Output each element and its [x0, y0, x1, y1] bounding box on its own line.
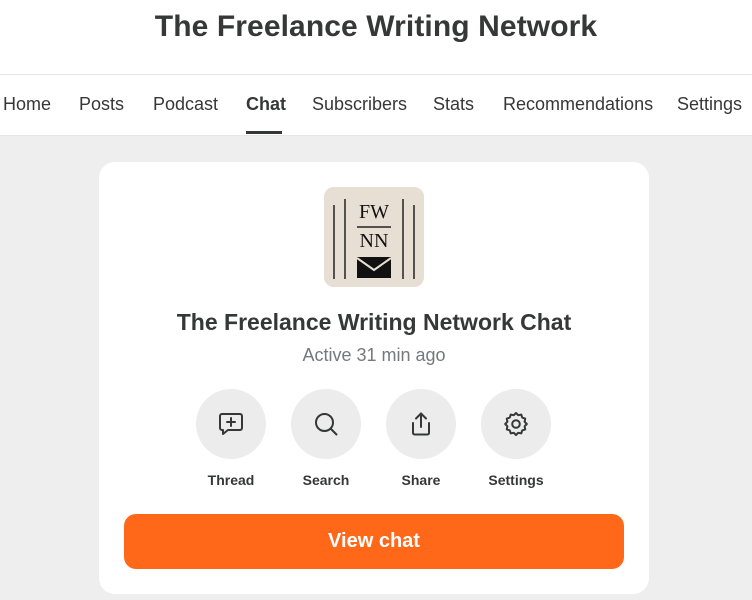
search-label: Search	[302, 472, 350, 488]
publication-logo-graphic: FW NN	[324, 187, 424, 287]
chat-title: The Freelance Writing Network Chat	[176, 309, 572, 335]
chat-card: FW NN The Freelance Writing Network Chat…	[99, 162, 649, 594]
nav-divider	[0, 135, 752, 136]
site-title[interactable]: The Freelance Writing Network	[0, 10, 752, 44]
share-icon	[412, 412, 430, 436]
nav-item-settings[interactable]: Settings	[677, 94, 742, 115]
thread-button-circle	[196, 389, 266, 459]
nav-item-posts[interactable]: Posts	[79, 94, 124, 115]
share-label: Share	[401, 472, 441, 488]
envelope-icon	[356, 257, 392, 278]
search-button[interactable]: Search	[281, 389, 371, 489]
settings-button[interactable]: Settings	[471, 389, 561, 489]
main-nav: Home Posts Podcast Chat Subscribers Stat…	[0, 75, 752, 135]
share-button-circle	[386, 389, 456, 459]
logo-text-line2: NN	[360, 230, 389, 252]
chat-status: Active 31 min ago	[302, 345, 446, 365]
nav-item-home[interactable]: Home	[3, 94, 51, 115]
nav-item-stats[interactable]: Stats	[433, 94, 474, 115]
thread-icon	[219, 413, 243, 435]
view-chat-button[interactable]: View chat	[124, 514, 624, 569]
nav-item-podcast[interactable]: Podcast	[153, 94, 218, 115]
thread-button[interactable]: Thread	[186, 389, 276, 489]
nav-item-subscribers[interactable]: Subscribers	[312, 94, 407, 115]
active-tab-indicator	[246, 131, 282, 134]
nav-item-recommendations[interactable]: Recommendations	[503, 94, 653, 115]
share-button[interactable]: Share	[376, 389, 466, 489]
publication-logo: FW NN	[324, 187, 424, 287]
settings-label: Settings	[488, 472, 544, 488]
site-header: The Freelance Writing Network Home Posts…	[0, 0, 752, 136]
search-button-circle	[291, 389, 361, 459]
thread-label: Thread	[207, 472, 255, 488]
settings-button-circle	[481, 389, 551, 459]
gear-icon	[504, 412, 528, 436]
search-icon	[315, 413, 338, 436]
nav-item-chat[interactable]: Chat	[246, 94, 286, 115]
logo-text-line1: FW	[359, 201, 389, 223]
